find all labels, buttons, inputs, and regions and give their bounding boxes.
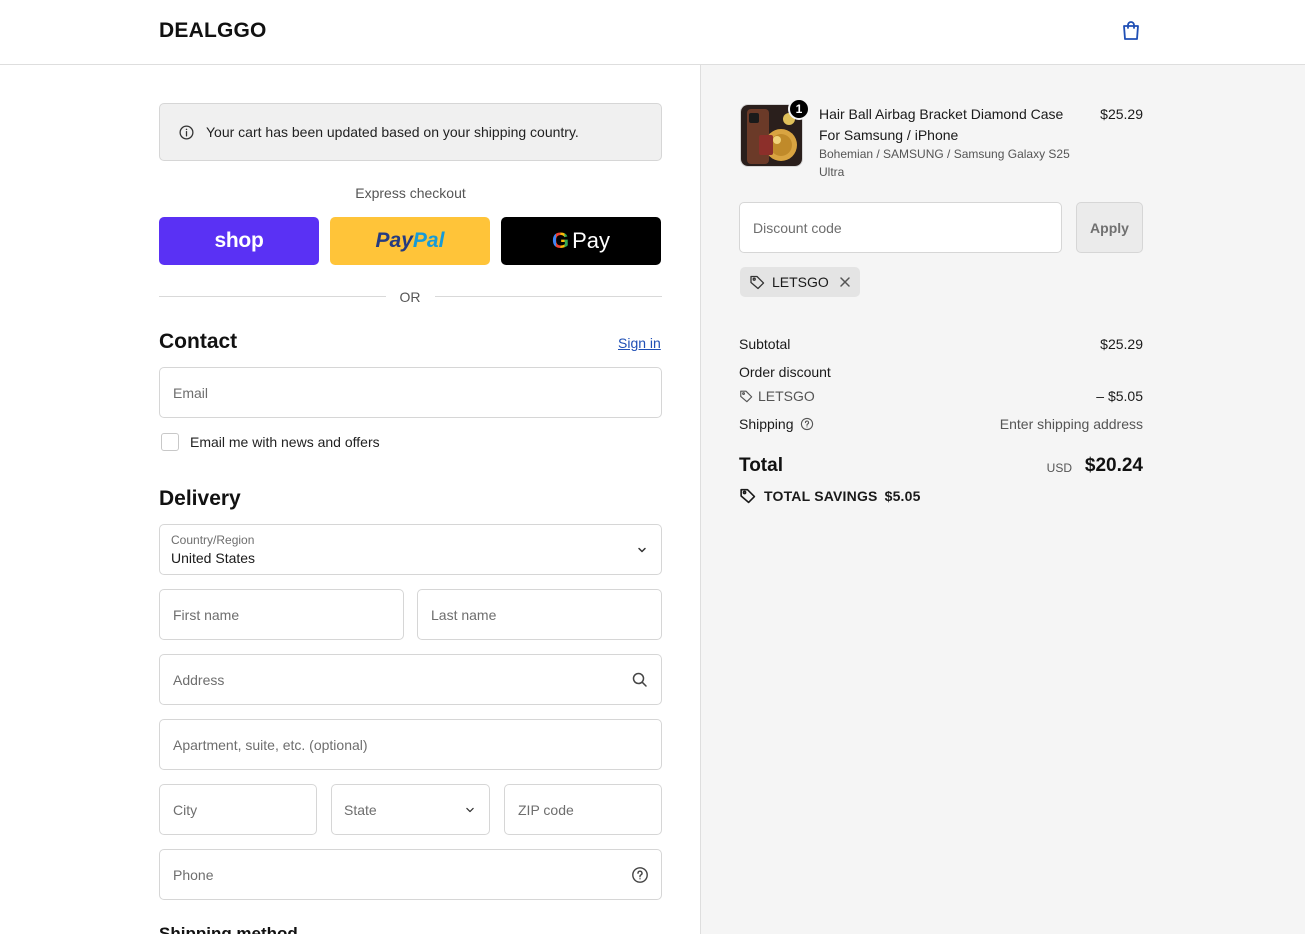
divider-left [159,296,386,297]
sign-in-link[interactable]: Sign in [618,335,661,351]
total-savings: TOTAL SAVINGS $5.05 [739,487,921,504]
country-value: United States [171,550,256,566]
address-field[interactable] [159,654,662,705]
country-label: Country/Region [171,533,255,547]
subtotal-row: Subtotal $25.29 [739,336,1143,352]
apartment-field[interactable] [159,719,662,770]
city-field[interactable] [159,784,317,835]
shop-pay-button[interactable]: shop [159,217,319,265]
product-variant: Bohemian / SAMSUNG / Samsung Galaxy S25 … [819,147,1070,179]
tag-icon [740,390,753,403]
newsletter-option[interactable]: Email me with news and offers [159,433,380,451]
email-field[interactable] [159,367,662,418]
quantity-badge: 1 [788,98,810,120]
discount-code-input[interactable] [740,203,1061,252]
search-icon [632,672,647,687]
store-logo[interactable]: DEALGGO [159,19,267,43]
help-circle-icon[interactable] [800,417,814,431]
google-pay-label: Pay [572,228,611,253]
first-name-field[interactable] [159,589,404,640]
notice-text: Your cart has been updated based on your… [206,124,579,140]
savings-label: TOTAL SAVINGS [764,487,878,504]
chevron-down-icon [638,547,646,553]
shipping-label-group: Shipping [739,416,814,432]
zip-input[interactable] [505,785,661,834]
tag-icon [740,488,756,504]
delivery-heading: Delivery [159,487,241,510]
country-select[interactable]: Country/Region United States [159,524,662,575]
paypal-label-part2: Pal [412,229,445,252]
contact-heading: Contact [159,330,238,353]
order-discount-code: LETSGO [739,388,815,404]
newsletter-label: Email me with news and offers [190,434,380,450]
state-placeholder: State [344,802,377,818]
header: DEALGGO [0,0,1305,65]
google-pay-button[interactable]: G Pay [501,217,661,265]
last-name-input[interactable] [418,590,661,639]
email-input[interactable] [160,368,661,417]
paypal-label-part1: Pay [375,229,413,252]
help-circle-icon[interactable] [631,866,649,884]
phone-field[interactable] [159,849,662,900]
express-checkout-label: Express checkout [355,185,466,201]
shipping-row: Shipping Enter shipping address [739,416,1143,432]
state-select[interactable]: State [331,784,490,835]
total-label: Total [739,455,783,476]
subtotal-label: Subtotal [739,336,791,352]
tag-icon [750,275,765,290]
discount-code-field[interactable] [739,202,1062,253]
total-value: $20.24 [1084,455,1143,476]
apartment-input[interactable] [160,720,661,769]
phone-input[interactable] [160,850,661,899]
order-discount-value: – $5.05 [1096,388,1143,404]
close-icon[interactable] [839,276,851,288]
savings-value: $5.05 [884,487,921,504]
shipping-label: Shipping [739,416,794,432]
divider-right [435,296,662,297]
shopping-bag-icon[interactable] [1119,19,1143,43]
newsletter-checkbox[interactable] [161,433,179,451]
or-divider-text: OR [399,289,421,305]
product-name: Hair Ball Airbag Bracket Diamond Case Fo… [819,106,1064,143]
paypal-button[interactable]: Pay Pal [330,217,490,265]
chevron-down-icon [466,807,474,813]
applied-discount-chip: LETSGO [740,267,860,297]
shipping-value: Enter shipping address [999,416,1143,432]
first-name-input[interactable] [160,590,403,639]
shipping-method-heading: Shipping method [159,924,298,934]
address-input[interactable] [160,655,661,704]
order-discount-code-text: LETSGO [758,388,815,404]
product-price: $25.29 [1100,106,1143,122]
shop-pay-label: shop [214,229,264,252]
last-name-field[interactable] [417,589,662,640]
zip-field[interactable] [504,784,662,835]
google-g-icon: G [551,228,570,253]
subtotal-value: $25.29 [1100,336,1143,352]
order-discount-row: Order discount [739,364,1143,380]
applied-code-text: LETSGO [772,274,829,290]
city-input[interactable] [160,785,316,834]
cart-updated-notice: Your cart has been updated based on your… [159,103,662,161]
order-discount-label: Order discount [739,364,831,380]
info-icon [179,124,194,140]
apply-discount-button[interactable]: Apply [1076,202,1143,253]
